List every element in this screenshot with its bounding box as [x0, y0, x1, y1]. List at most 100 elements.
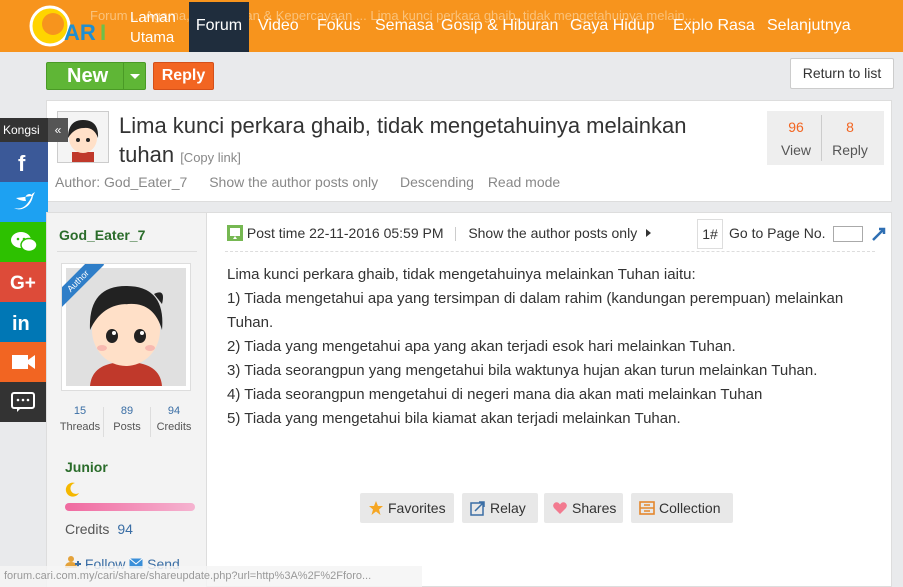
show-author-only-link[interactable]: Show the author posts only: [209, 174, 378, 190]
divider: [225, 251, 875, 252]
favorites-button[interactable]: Favorites: [360, 493, 454, 523]
relay-button[interactable]: Relay: [462, 493, 538, 523]
copy-link[interactable]: [Copy link]: [180, 150, 241, 165]
post-line: 5) Tiada yang mengetahui bila kiamat aka…: [227, 410, 681, 427]
author-name-link[interactable]: God_Eater_7: [59, 227, 145, 243]
google-plus-icon: G+: [10, 273, 36, 294]
reply-button[interactable]: Reply: [153, 62, 214, 90]
view-count-value: 96: [788, 119, 804, 135]
reply-count: 8 Reply: [821, 119, 879, 158]
post-show-author-only-link[interactable]: Show the author posts only: [468, 225, 637, 241]
share-twitter-button[interactable]: [0, 182, 48, 222]
nav-gaya-hidup-link[interactable]: Gaya Hidup: [570, 17, 655, 35]
triangle-right-icon: [646, 229, 652, 237]
post-line: 3) Tiada seorangpun yang mengetahui bila…: [227, 362, 818, 379]
favorites-label: Favorites: [388, 500, 446, 516]
relay-label: Relay: [490, 500, 526, 516]
thread-stats: 96 View 8 Reply: [767, 111, 884, 165]
thread-title: Lima kunci perkara ghaib, tidak mengetah…: [119, 111, 699, 172]
linkedin-icon: in: [12, 313, 30, 334]
svg-text:G+: G+: [10, 273, 36, 294]
author-profile-panel: God_Eater_7 Author 15 Threads 89 Posts 9…: [47, 213, 207, 587]
reply-count-label: Reply: [832, 142, 868, 158]
thread-header: Lima kunci perkara ghaib, tidak mengetah…: [46, 100, 892, 202]
collection-icon: [639, 501, 655, 515]
facebook-icon: f: [18, 151, 26, 174]
credits-line-label: Credits: [65, 521, 110, 537]
share-wechat-button[interactable]: [0, 222, 48, 262]
share-linkedin-button[interactable]: in: [0, 302, 48, 342]
view-count: 96 View: [767, 119, 825, 158]
moon-icon: [65, 482, 79, 497]
goto-page: Go to Page No.: [729, 225, 887, 243]
goto-page-input[interactable]: [833, 226, 864, 243]
threads-stat[interactable]: 15 Threads: [57, 405, 103, 433]
post-content: Lima kunci perkara ghaib, tidak mengetah…: [227, 263, 877, 431]
threads-value: 15: [73, 405, 87, 417]
share-sidebar: Kongsi « f G+ in: [0, 118, 68, 422]
level-progress-bar: [65, 503, 195, 511]
svg-text:AR: AR: [64, 20, 96, 45]
chevron-down-icon[interactable]: [123, 63, 145, 89]
svg-text:in: in: [12, 313, 30, 334]
new-label: New: [67, 65, 109, 87]
descending-link[interactable]: Descending: [400, 174, 474, 190]
return-to-list-button[interactable]: Return to list: [790, 58, 894, 89]
wechat-icon: [11, 232, 38, 253]
nav-semasa-link[interactable]: Semasa: [375, 17, 434, 35]
svg-text:f: f: [18, 151, 26, 174]
nav-gosip-link[interactable]: Gosip & Hiburan: [441, 17, 558, 35]
divider: [455, 227, 457, 242]
top-navigation-bar: Forum ... Agama, Kerohanian & Kepercayaa…: [0, 0, 903, 52]
share-label: Kongsi: [3, 123, 40, 137]
post-container: God_Eater_7 Author 15 Threads 89 Posts 9…: [46, 212, 892, 587]
nav-forum-tab[interactable]: Forum: [189, 2, 249, 52]
nav-fokus-link[interactable]: Fokus: [317, 17, 361, 35]
read-mode-link[interactable]: Read mode: [488, 174, 560, 190]
nav-home-link[interactable]: Laman Utama: [130, 8, 188, 48]
go-arrow-icon[interactable]: [871, 226, 887, 242]
view-count-label: View: [780, 142, 812, 158]
twitter-icon: [14, 192, 35, 210]
credits-stat[interactable]: 94 Credits: [151, 405, 197, 433]
posts-label: Posts: [113, 421, 141, 433]
author-badge-label: Author: [62, 264, 105, 308]
nav-video-link[interactable]: Video: [258, 17, 299, 35]
posts-stat[interactable]: 89 Posts: [104, 405, 150, 433]
credits-value: 94: [167, 405, 181, 417]
user-rank: Junior: [65, 459, 108, 475]
post-line: 2) Tiada yang mengetahui apa yang akan t…: [227, 338, 736, 355]
post-time: Post time 22-11-2016 05:59 PM: [246, 225, 444, 241]
cari-logo[interactable]: AR I: [28, 4, 114, 48]
post-time-icon: [227, 225, 243, 241]
shares-button[interactable]: Shares: [544, 493, 623, 523]
author-link[interactable]: Author: God_Eater_7: [55, 174, 187, 190]
browser-status-bar: forum.cari.com.my/cari/share/shareupdate…: [0, 566, 422, 587]
author-badge: Author: [62, 264, 108, 310]
collapse-share-button[interactable]: «: [48, 118, 68, 142]
svg-text:I: I: [100, 20, 106, 45]
floor-number[interactable]: 1#: [697, 219, 723, 249]
credits-line-value: 94: [117, 521, 133, 537]
post-line: 1) Tiada mengetahui apa yang tersimpan d…: [227, 290, 844, 331]
share-comment-button[interactable]: [0, 382, 48, 422]
comment-icon: [11, 392, 35, 412]
post-line: 4) Tiada seorangpun mengetahui di negeri…: [227, 386, 763, 403]
share-google-plus-button[interactable]: G+: [0, 262, 48, 302]
nav-explo-rasa-link[interactable]: Explo Rasa: [673, 17, 755, 35]
share-facebook-button[interactable]: f: [0, 142, 48, 182]
thread-meta: Author: God_Eater_7 Show the author post…: [55, 174, 578, 190]
divider: [57, 251, 197, 252]
share-video-button[interactable]: [0, 342, 48, 382]
collection-button[interactable]: Collection: [631, 493, 733, 523]
heart-icon: [553, 502, 567, 514]
credits-line: Credits 94: [65, 521, 133, 537]
credits-label: Credits: [156, 421, 192, 433]
new-thread-button[interactable]: New: [46, 62, 146, 90]
nav-selanjutnya-link[interactable]: Selanjutnya: [767, 17, 851, 35]
share-header: Kongsi «: [0, 118, 68, 142]
author-avatar[interactable]: Author: [61, 263, 191, 391]
star-icon: [369, 501, 383, 515]
post-line: Lima kunci perkara ghaib, tidak mengetah…: [227, 266, 696, 283]
collection-label: Collection: [659, 500, 721, 516]
